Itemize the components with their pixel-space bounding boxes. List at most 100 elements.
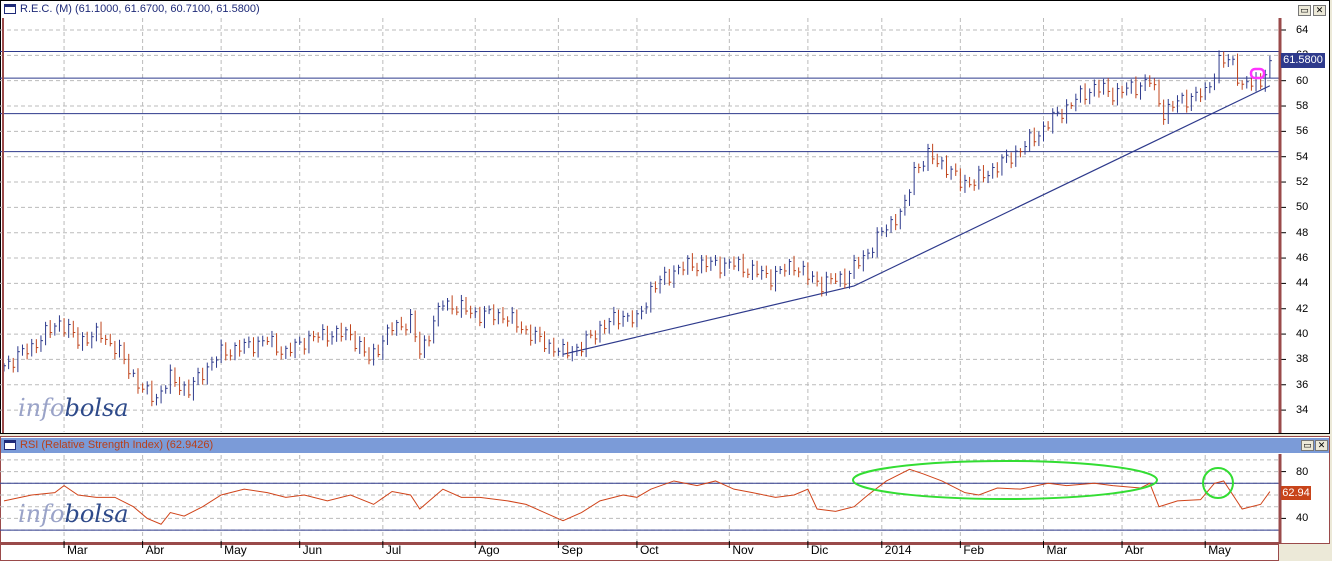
ohlc-bar <box>433 315 436 344</box>
ohlc-bar <box>220 339 224 364</box>
ohlc-bar <box>779 266 783 275</box>
ohlc-bar <box>604 319 607 334</box>
ohlc-bar <box>45 321 48 346</box>
ohlc-bar <box>978 165 981 190</box>
ohlc-bar <box>363 337 367 357</box>
ohlc-bar <box>567 341 570 359</box>
ohlc-bar <box>373 343 376 366</box>
ohlc-bar <box>289 342 293 357</box>
ohlc-bar <box>132 369 136 378</box>
ohlc-bar <box>8 355 11 370</box>
ohlc-bar <box>742 253 746 278</box>
ohlc-bar <box>1047 121 1051 131</box>
price-axis-label: 44 <box>1296 277 1309 290</box>
ohlc-bar <box>862 250 866 272</box>
ohlc-bar <box>303 337 307 355</box>
ohlc-bar <box>257 336 261 358</box>
ohlc-bar <box>12 357 16 373</box>
ohlc-bar <box>151 380 154 407</box>
ohlc-bar <box>992 163 995 179</box>
ohlc-bar <box>1103 78 1106 95</box>
price-axis-label: 48 <box>1296 226 1309 239</box>
ohlc-bar <box>872 247 875 259</box>
ohlc-bar <box>599 320 602 343</box>
ohlc-bar <box>1232 56 1235 66</box>
ohlc-bar <box>1033 127 1037 147</box>
ohlc-bar <box>913 161 917 196</box>
month-label: Oct <box>639 543 659 557</box>
ohlc-bar <box>1172 100 1175 112</box>
price-axis-label: 60 <box>1296 74 1309 87</box>
ohlc-bar <box>613 306 616 326</box>
rsi-axis-label: 80 <box>1296 465 1309 478</box>
ohlc-bar <box>576 343 579 357</box>
ohlc-bar <box>922 160 926 172</box>
ohlc-bar <box>414 310 418 343</box>
ohlc-bar <box>1250 78 1254 91</box>
ohlc-bar <box>631 310 635 328</box>
ohlc-bar <box>507 316 510 327</box>
ohlc-bar <box>1121 85 1125 98</box>
chart-canvas <box>0 18 1286 548</box>
ohlc-bar <box>58 315 62 332</box>
ohlc-bar <box>1186 89 1189 113</box>
ohlc-bar <box>266 336 270 345</box>
ohlc-bar <box>345 326 348 341</box>
price-axis-label: 56 <box>1296 125 1309 138</box>
price-axis-label: 34 <box>1296 404 1309 417</box>
ohlc-bar <box>534 326 538 344</box>
ohlc-bar <box>756 260 760 278</box>
ohlc-bar <box>451 295 455 315</box>
ohlc-bar <box>728 259 732 269</box>
ohlc-bar <box>1223 51 1226 68</box>
ohlc-bar <box>1158 79 1161 107</box>
ohlc-bar <box>137 368 140 394</box>
ohlc-bar <box>1181 92 1185 104</box>
ohlc-bar <box>548 339 552 354</box>
ohlc-bar <box>738 256 741 272</box>
month-label: Abr <box>145 543 165 557</box>
price-axis-label: 58 <box>1296 100 1309 113</box>
ohlc-bar <box>493 304 496 326</box>
ohlc-bar <box>682 261 686 276</box>
price-marker-annotation <box>1249 67 1266 80</box>
ohlc-bar <box>382 335 385 361</box>
ohlc-bar <box>895 213 898 231</box>
ohlc-bar <box>553 337 556 357</box>
ohlc-bar <box>280 346 284 360</box>
ohlc-bar <box>285 345 288 360</box>
ohlc-bar <box>155 393 159 406</box>
ohlc-bar <box>326 325 330 347</box>
ohlc-bar <box>816 271 820 287</box>
ohlc-bar <box>21 344 25 356</box>
month-label: 2014 <box>884 543 912 557</box>
ohlc-bar <box>973 179 977 191</box>
ohlc-bar <box>1112 87 1115 106</box>
ohlc-bar <box>1019 148 1023 158</box>
infobolsa-watermark-rsi: infobolsa <box>18 500 129 528</box>
ohlc-bar <box>1070 102 1074 109</box>
ohlc-bar <box>1264 69 1268 92</box>
ohlc-bar <box>497 309 501 325</box>
ohlc-bar <box>1126 82 1129 96</box>
ohlc-bar <box>696 262 699 277</box>
price-axis-label: 36 <box>1296 378 1309 391</box>
ohlc-bar <box>812 271 815 283</box>
ohlc-bar <box>276 333 279 356</box>
ohlc-bar <box>622 310 626 327</box>
ohlc-bar <box>1176 95 1180 113</box>
ohlc-bar <box>465 296 468 315</box>
ohlc-bar <box>377 344 381 358</box>
ohlc-bar <box>400 316 404 331</box>
price-axis-label: 54 <box>1296 150 1309 163</box>
ohlc-bar <box>982 165 986 183</box>
ohlc-bar <box>557 348 561 356</box>
ohlc-bar <box>1061 108 1064 124</box>
ohlc-bar <box>636 309 639 328</box>
ohlc-bar <box>950 165 954 180</box>
ohlc-bar <box>197 367 201 386</box>
last-price-tag: 61.5800 <box>1281 53 1325 68</box>
ohlc-bar <box>807 262 810 285</box>
ohlc-bar <box>641 305 644 320</box>
ohlc-bar <box>317 332 321 343</box>
